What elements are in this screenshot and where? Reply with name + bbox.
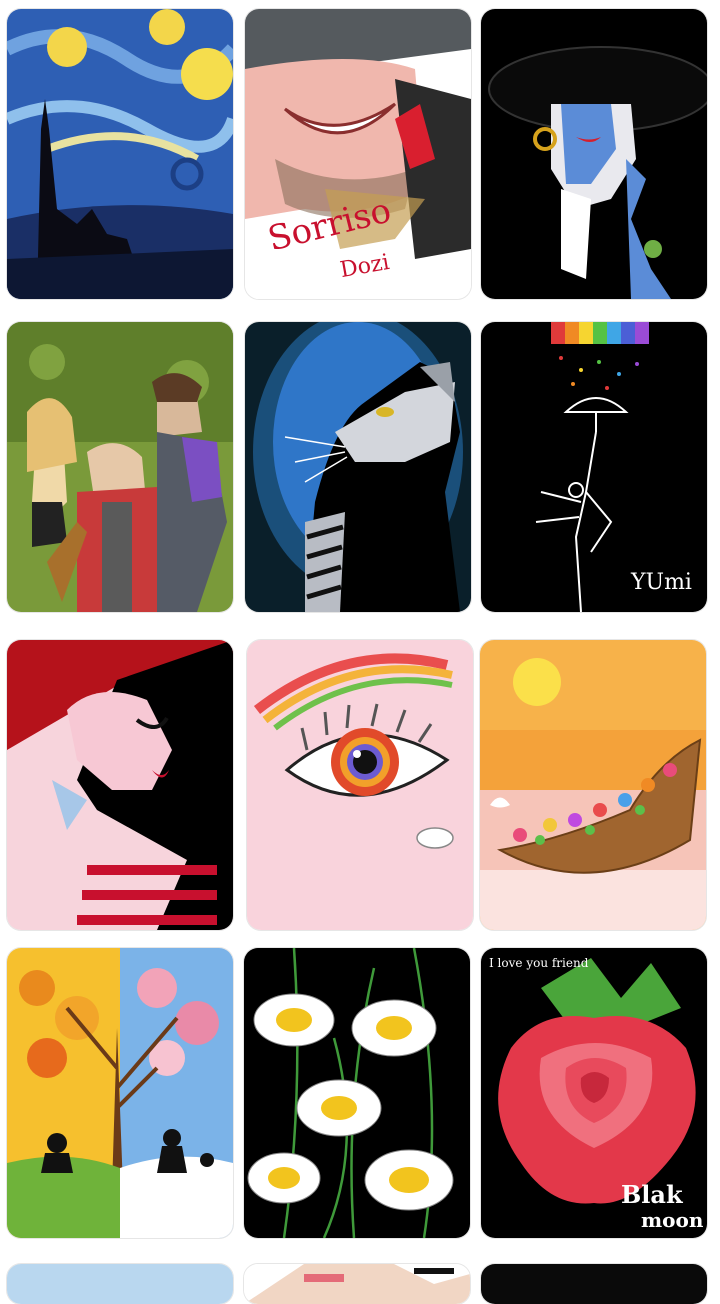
artwork-image: [247, 640, 473, 930]
artwork-image: [7, 1264, 233, 1304]
artwork-image: [244, 1264, 470, 1304]
artwork-image: [481, 322, 707, 612]
artwork-card-cat[interactable]: [245, 322, 471, 612]
artwork-grid: Sorriso Dozi YUmi I love you friend Blak…: [0, 0, 720, 1304]
artwork-image: [7, 948, 233, 1238]
artwork-image: [245, 322, 471, 612]
artwork-card-three-survivors[interactable]: [7, 322, 233, 612]
artwork-card-smile[interactable]: Sorriso Dozi: [245, 9, 471, 299]
artwork-image: [7, 9, 233, 299]
artwork-card-partial-2[interactable]: [244, 1264, 470, 1304]
artwork-card-autumn-winter-tree[interactable]: [7, 948, 233, 1238]
artwork-image: [481, 9, 707, 299]
artwork-card-starry-night[interactable]: [7, 9, 233, 299]
artwork-image: [245, 9, 471, 299]
artwork-card-partial-1[interactable]: [7, 1264, 233, 1304]
artwork-image: [481, 948, 707, 1238]
artwork-image: [7, 322, 233, 612]
artwork-card-rainbow-umbrella[interactable]: YUmi: [481, 322, 707, 612]
artwork-card-rainbow-eye[interactable]: [247, 640, 473, 930]
artwork-card-daisies[interactable]: [244, 948, 470, 1238]
artwork-card-flower-boat[interactable]: [480, 640, 706, 930]
artwork-card-partial-3[interactable]: [481, 1264, 707, 1304]
artwork-image: [7, 640, 233, 930]
artwork-card-red-rose[interactable]: I love you friend Blak moon: [481, 948, 707, 1238]
artwork-image: [480, 640, 706, 930]
artwork-card-woman-black-hat[interactable]: [481, 9, 707, 299]
artwork-card-woman-red-hat[interactable]: [7, 640, 233, 930]
artwork-image: [244, 948, 470, 1238]
artwork-image: [481, 1264, 707, 1304]
